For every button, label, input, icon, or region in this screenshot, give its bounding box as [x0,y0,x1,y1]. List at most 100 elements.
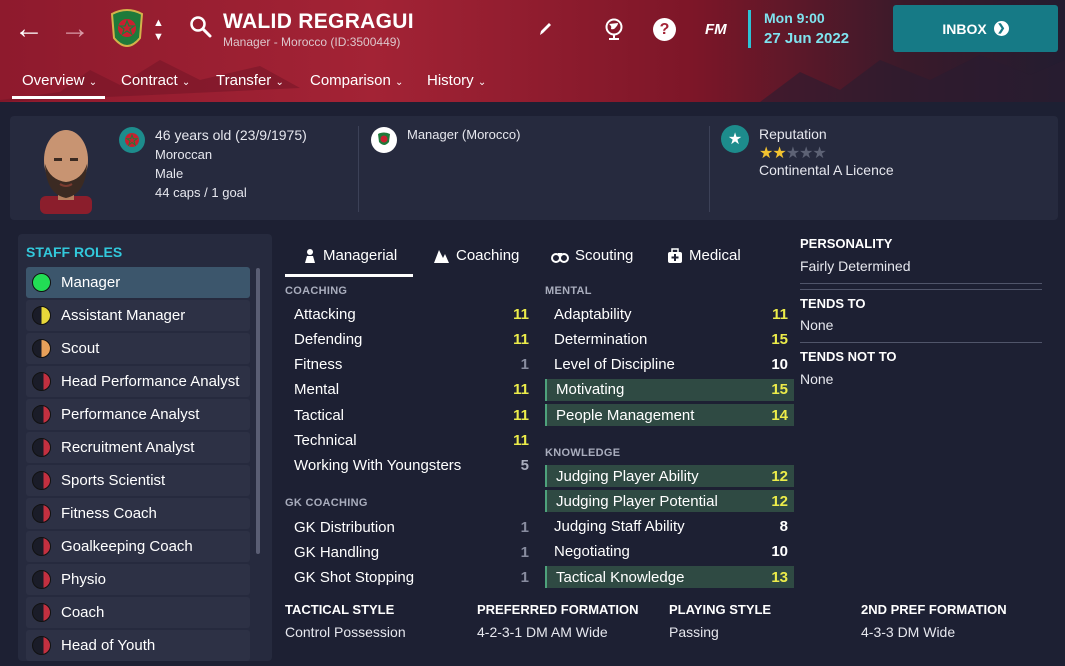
fm-logo[interactable]: FM [705,21,727,38]
staff-role-item[interactable]: Goalkeeping Coach [26,531,250,562]
personality-title: PERSONALITY [800,236,893,251]
attribute-name: GK Shot Stopping [294,569,415,587]
attribute-value: 10 [771,356,788,374]
staff-role-item[interactable]: Recruitment Analyst [26,432,250,463]
role-rating-icon [32,537,51,556]
role-label: Recruitment Analyst [61,439,195,456]
attribute-row[interactable]: Attacking 11 [285,303,535,325]
attribute-value: 1 [520,356,529,374]
divider [800,342,1042,343]
tends-to-value: None [800,317,834,333]
knowledge-heading: KNOWLEDGE [545,447,621,459]
staff-role-item[interactable]: Head Performance Analyst [26,366,250,397]
role-label: Assistant Manager [61,307,186,324]
role-rating-icon [32,636,51,655]
staff-role-item[interactable]: Assistant Manager [26,300,250,331]
tab-label: Comparison [310,72,391,89]
second-formation-title: 2ND PREF FORMATION [861,602,1007,617]
attribute-value: 14 [771,406,788,424]
attribute-row[interactable]: Judging Staff Ability 8 [545,516,794,538]
coaching-icon [434,249,449,263]
pencil-icon[interactable] [537,20,553,38]
attribute-row[interactable]: GK Handling 1 [285,541,535,563]
attribute-row[interactable]: Adaptability 11 [545,303,794,325]
back-arrow-icon[interactable]: ← [14,14,44,44]
tab-contract[interactable]: Contract ⌄ [121,72,190,89]
staff-role-item[interactable]: Manager [26,267,250,298]
role-text: Manager (Morocco) [407,127,521,142]
playing-style-value: Passing [669,624,719,640]
attribute-row[interactable]: GK Shot Stopping 1 [285,567,535,589]
attribute-row[interactable]: Working With Youngsters 5 [285,455,535,477]
attribute-value: 1 [520,543,529,561]
knowledge-attributes: Judging Player Ability 12 Judging Player P… [545,465,794,595]
divider [800,283,1042,284]
attribute-value: 8 [779,518,788,536]
staff-role-item[interactable]: Head of Youth [26,630,250,661]
attribute-row[interactable]: GK Distribution 1 [285,516,535,538]
subtab-coaching[interactable]: Coaching [432,247,519,264]
forward-arrow-icon[interactable]: → [60,14,90,44]
search-icon[interactable] [188,14,214,40]
subtab-scouting[interactable]: Scouting [551,247,633,264]
chevron-down-icon: ⌄ [181,77,191,88]
attribute-row[interactable]: Defending 11 [285,328,535,350]
star-icon: ★ [812,145,826,162]
attribute-name: Working With Youngsters [294,457,462,475]
role-rating-icon [32,438,51,457]
tab-overview[interactable]: Overview ⌄ [22,72,97,89]
inbox-button[interactable]: INBOX ❯ [893,5,1058,52]
staff-role-item[interactable]: Fitness Coach [26,498,250,529]
role-label: Head Performance Analyst [61,373,240,390]
attribute-row[interactable]: Technical 11 [285,430,535,452]
subtab-medical[interactable]: Medical [667,247,741,264]
subtab-managerial[interactable]: Managerial [303,247,397,264]
chevron-down-icon: ⌄ [88,77,98,88]
coaching-attributes: Attacking 11 Defending 11 Fitness 1 Mental 11 Ta… [285,303,535,483]
chevron-up-icon[interactable]: ▲ [153,18,164,29]
role-rating-icon [32,339,51,358]
globe-icon[interactable] [603,17,625,41]
roles-scrollbar[interactable] [256,268,260,554]
attribute-name: People Management [556,406,695,424]
arrow-right-circle-icon: ❯ [993,21,1009,36]
managerial-icon [305,248,315,263]
help-icon[interactable]: ? [653,18,676,41]
staff-role-item[interactable]: Sports Scientist [26,465,250,496]
attribute-name: Judging Player Ability [556,467,699,485]
attribute-value: 12 [771,467,788,485]
role-label: Fitness Coach [61,505,157,522]
tab-comparison[interactable]: Comparison ⌄ [310,72,403,89]
staff-role-item[interactable]: Physio [26,564,250,595]
reputation-label: Reputation [759,126,827,142]
tab-transfer[interactable]: Transfer ⌄ [216,72,284,89]
staff-role-item[interactable]: Scout [26,333,250,364]
chevron-down-icon[interactable]: ▼ [153,32,164,43]
attribute-name: GK Handling [294,543,380,561]
attribute-row[interactable]: Fitness 1 [285,354,535,376]
staff-role-item[interactable]: Performance Analyst [26,399,250,430]
reputation-stars: ★★★★★ [759,143,827,163]
attribute-name: Negotiating [554,543,630,561]
attribute-row[interactable]: Tactical 11 [285,404,535,426]
morocco-flag-icon [119,127,145,153]
attribute-row[interactable]: Negotiating 10 [545,541,794,563]
attribute-row[interactable]: Judging Player Ability 12 [545,465,794,487]
attribute-name: Mental [294,381,340,399]
gk-coaching-attributes: GK Distribution 1 GK Handling 1 GK Shot Stop… [285,516,535,596]
attribute-row[interactable]: Determination 15 [545,328,794,350]
attribute-row[interactable]: Judging Player Potential 12 [545,490,794,513]
current-date: 27 Jun 2022 [764,30,850,47]
tab-history[interactable]: History ⌄ [427,72,486,89]
attribute-row[interactable]: Level of Discipline 10 [545,354,794,376]
attribute-row[interactable]: People Management 14 [545,404,794,427]
attribute-row[interactable]: Tactical Knowledge 13 [545,566,794,589]
attribute-row[interactable]: Mental 11 [285,379,535,401]
staff-role-item[interactable]: Coach [26,597,250,628]
tends-to-title: TENDS TO [800,296,866,311]
role-rating-icon [32,471,51,490]
role-label: Goalkeeping Coach [61,538,193,555]
attribute-row[interactable]: Motivating 15 [545,378,794,401]
role-label: Performance Analyst [61,406,200,423]
tends-not-to-value: None [800,371,834,387]
